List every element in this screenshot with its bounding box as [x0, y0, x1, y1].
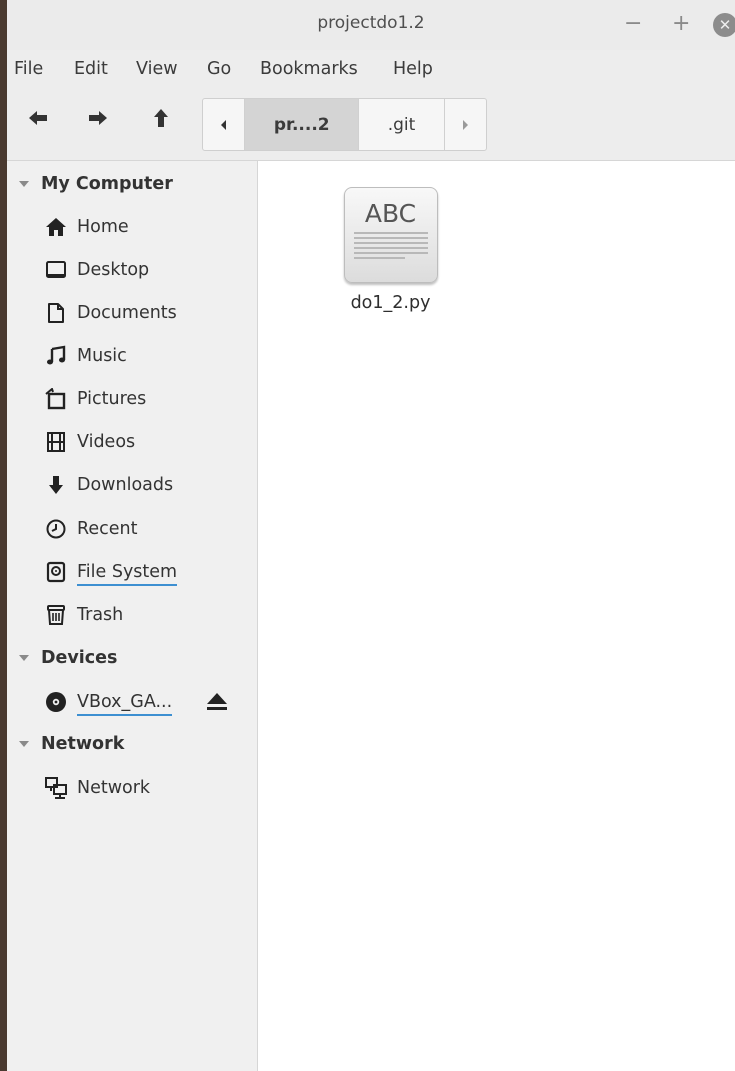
- chevron-left-icon: [220, 119, 226, 130]
- sidebar: My Computer Home Desktop Documents Music…: [7, 161, 258, 1071]
- sidebar-item-label: Network: [77, 778, 151, 798]
- arrow-left-icon: [29, 111, 47, 125]
- file-name: do1_2.py: [350, 293, 431, 313]
- sidebar-section-network[interactable]: Network: [17, 729, 124, 759]
- network-icon: [45, 777, 67, 799]
- sidebar-section-label: Devices: [41, 648, 118, 668]
- arrow-right-icon: [89, 111, 107, 125]
- menu-view[interactable]: View: [136, 59, 178, 79]
- sidebar-item-trash[interactable]: Trash: [45, 599, 123, 631]
- videos-icon: [45, 431, 67, 453]
- sidebar-item-label: Music: [77, 346, 127, 366]
- disc-icon: [45, 691, 67, 713]
- title-bar[interactable]: projectdo1.2 − + ✕: [7, 0, 735, 50]
- sidebar-item-desktop[interactable]: Desktop: [45, 254, 149, 286]
- eject-icon: [207, 693, 227, 710]
- arrow-up-icon: [154, 109, 168, 127]
- sidebar-item-label: Documents: [77, 303, 177, 323]
- up-button[interactable]: [149, 106, 173, 130]
- recent-icon: [45, 518, 67, 540]
- maximize-button[interactable]: +: [672, 9, 690, 39]
- downloads-icon: [45, 474, 67, 496]
- sidebar-item-network[interactable]: Network: [45, 772, 150, 804]
- path-segment-git[interactable]: .git: [359, 99, 444, 150]
- sidebar-item-videos[interactable]: Videos: [45, 426, 135, 458]
- forward-button[interactable]: [86, 106, 110, 130]
- sidebar-item-recent[interactable]: Recent: [45, 513, 137, 545]
- filesystem-icon: [45, 561, 67, 583]
- menu-bar: File Edit View Go Bookmarks Help: [7, 50, 735, 90]
- path-bar: pr....2 .git: [202, 98, 487, 151]
- sidebar-item-pictures[interactable]: Pictures: [45, 383, 146, 415]
- sidebar-item-label: Recent: [77, 519, 138, 539]
- text-file-icon: ABC: [343, 187, 438, 283]
- sidebar-section-my-computer[interactable]: My Computer: [17, 169, 173, 199]
- path-scroll-right-button[interactable]: [445, 99, 486, 150]
- path-scroll-left-button[interactable]: [203, 99, 244, 150]
- close-button[interactable]: ✕: [713, 13, 735, 37]
- minimize-button[interactable]: −: [624, 9, 642, 39]
- documents-icon: [45, 302, 67, 324]
- sidebar-section-label: Network: [41, 734, 125, 754]
- file-item[interactable]: ABC do1_2.py: [328, 187, 453, 313]
- sidebar-item-file-system[interactable]: File System: [45, 556, 178, 588]
- expander-down-icon: [19, 741, 29, 747]
- sidebar-item-home[interactable]: Home: [45, 211, 129, 243]
- expander-down-icon: [19, 655, 29, 661]
- sidebar-item-label: Desktop: [77, 260, 150, 280]
- file-icon-label: ABC: [364, 199, 417, 228]
- expander-down-icon: [19, 181, 29, 187]
- sidebar-item-label: Videos: [77, 432, 136, 452]
- path-segment-current[interactable]: pr....2: [245, 99, 359, 150]
- chevron-right-icon: [463, 119, 469, 130]
- menu-edit[interactable]: Edit: [74, 59, 108, 79]
- desktop-icon: [45, 259, 67, 281]
- sidebar-item-vbox[interactable]: VBox_GA...: [45, 686, 173, 718]
- trash-icon: [45, 604, 67, 626]
- sidebar-item-label: Pictures: [77, 389, 147, 409]
- file-view[interactable]: ABC do1_2.py: [258, 161, 735, 1071]
- sidebar-section-devices[interactable]: Devices: [17, 643, 117, 673]
- pictures-icon: [45, 388, 67, 410]
- sidebar-item-downloads[interactable]: Downloads: [45, 469, 173, 501]
- menu-file[interactable]: File: [14, 59, 43, 79]
- menu-help[interactable]: Help: [393, 59, 433, 79]
- home-icon: [45, 216, 67, 238]
- sidebar-item-label: VBox_GA...: [77, 692, 173, 716]
- menu-bookmarks[interactable]: Bookmarks: [260, 59, 358, 79]
- sidebar-item-documents[interactable]: Documents: [45, 297, 177, 329]
- sidebar-section-label: My Computer: [41, 174, 173, 194]
- sidebar-item-label: Trash: [77, 605, 124, 625]
- sidebar-item-label: Downloads: [77, 475, 174, 495]
- sidebar-item-label: Home: [77, 217, 129, 237]
- sidebar-item-label: File System: [77, 562, 178, 586]
- menu-go[interactable]: Go: [207, 59, 231, 79]
- back-button[interactable]: [26, 106, 50, 130]
- music-icon: [45, 345, 67, 367]
- eject-button[interactable]: [205, 691, 229, 713]
- file-manager-window: projectdo1.2 − + ✕ File Edit View Go Boo…: [7, 0, 735, 1071]
- file-icon-lines: [353, 232, 428, 262]
- sidebar-item-music[interactable]: Music: [45, 340, 127, 372]
